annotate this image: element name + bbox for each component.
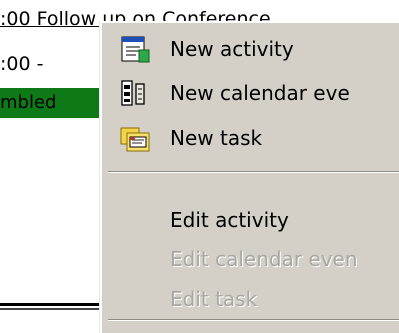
- new-task-icon: [120, 127, 150, 152]
- calendar-event-icon: [121, 80, 145, 106]
- menu-item-edit-calendar-event: Edit calendar even: [102, 239, 399, 279]
- calendar-divider: [0, 303, 104, 306]
- menu-separator: [108, 319, 399, 321]
- menu-item-label: New activity: [170, 37, 294, 61]
- menu-item-label: Edit task: [170, 287, 258, 311]
- menu-item-new-activity[interactable]: New activity: [102, 29, 399, 69]
- menu-item-label: Edit activity: [170, 208, 289, 232]
- calendar-divider-secondary: [0, 308, 104, 310]
- menu-item-edit-activity[interactable]: Edit activity: [102, 200, 399, 240]
- menu-item-label: New task: [170, 126, 263, 150]
- menu-item-label: New calendar eve: [170, 81, 350, 105]
- calendar-entry-selected[interactable]: mbled: [0, 88, 104, 118]
- menu-item-label: Edit calendar even: [170, 247, 358, 271]
- menu-item-new-task[interactable]: New task: [102, 118, 399, 158]
- menu-separator: [108, 171, 399, 173]
- menu-item-new-calendar-event[interactable]: New calendar eve: [102, 73, 399, 113]
- calendar-entry-time[interactable]: :00 -: [0, 47, 43, 81]
- context-menu: New activity New calendar eve New task E…: [100, 21, 399, 333]
- menu-item-edit-task: Edit task: [102, 279, 399, 319]
- new-activity-icon: [121, 36, 150, 63]
